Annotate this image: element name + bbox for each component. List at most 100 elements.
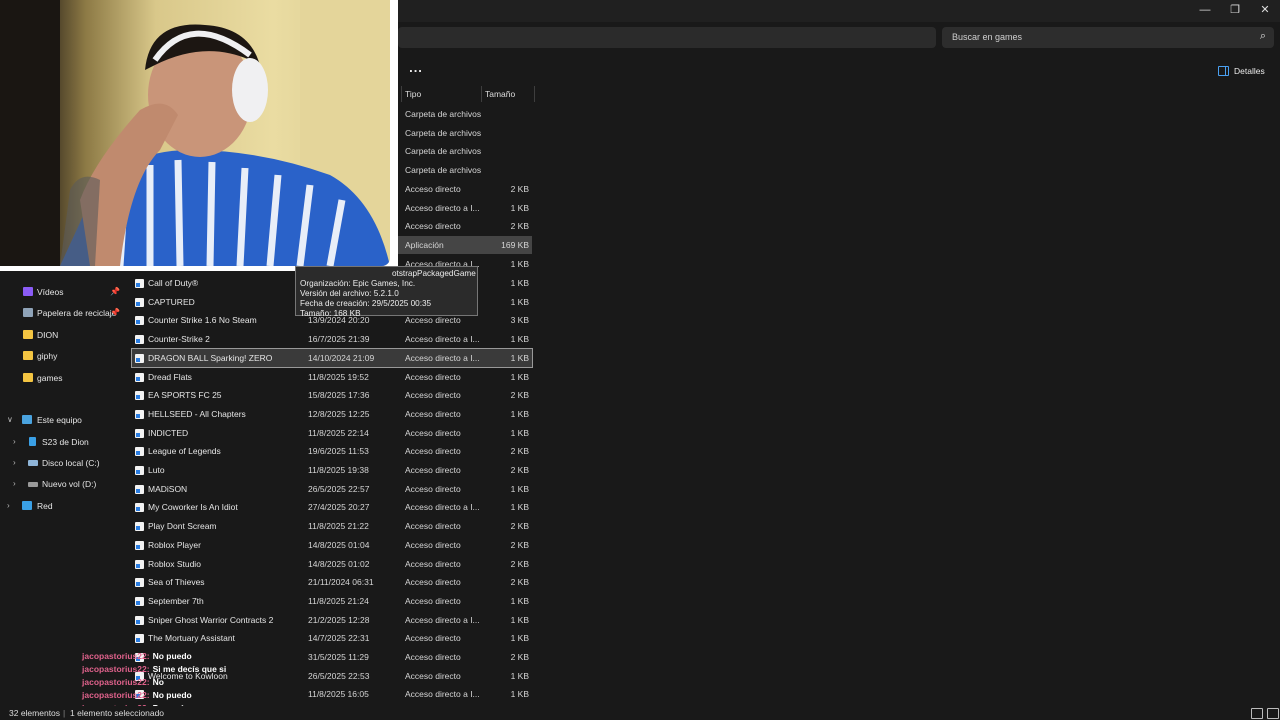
file-row[interactable]: Luto 11/8/2025 19:38 Acceso directo 2 KB — [132, 461, 532, 479]
file-size: 1 KB — [510, 595, 529, 606]
file-type: Acceso directo — [405, 595, 461, 606]
chevron-right-icon[interactable]: › — [13, 453, 16, 473]
file-row[interactable]: DRAGON BALL Sparking! ZERO 14/10/2024 21:… — [131, 347, 533, 368]
column-separator[interactable] — [481, 86, 482, 102]
shortcut-icon — [135, 428, 144, 438]
nav-item-local-disk[interactable]: › Disco local (C:) — [0, 453, 124, 473]
chevron-right-icon[interactable]: › — [7, 496, 10, 516]
tooltip-size: Tamaño: 168 KB — [300, 309, 361, 318]
file-date: 15/8/2025 17:36 — [308, 390, 370, 401]
file-size: 1 KB — [510, 202, 529, 213]
close-button[interactable]: ✕ — [1250, 0, 1280, 20]
nav-item-new-volume[interactable]: › Nuevo vol (D:) — [0, 474, 124, 494]
file-name: Sniper Ghost Warrior Contracts 2 — [148, 614, 274, 625]
file-row[interactable]: INDICTED 11/8/2025 22:14 Acceso directo 1 K… — [132, 424, 532, 442]
file-type: Acceso directo — [405, 558, 461, 569]
file-type: Acceso directo — [405, 652, 461, 662]
file-type: Acceso directo a I... — [405, 334, 480, 345]
file-type: Acceso directo — [405, 221, 461, 232]
selection-count: 1 elemento seleccionado — [70, 708, 165, 718]
file-row[interactable]: My Coworker Is An Idiot 27/4/2025 20:27 Ac… — [132, 498, 532, 516]
column-separator[interactable] — [401, 86, 402, 102]
shortcut-icon — [135, 522, 144, 532]
shortcut-icon — [135, 634, 144, 644]
nav-label: DION — [37, 330, 59, 340]
file-date: 11/8/2025 19:52 — [308, 371, 369, 382]
status-bar: 32 elementos | 1 elemento seleccionado — [0, 706, 1280, 720]
search-icon[interactable]: ⌕ — [1260, 30, 1266, 43]
more-options-button[interactable]: ... — [406, 60, 426, 78]
chat-username: jacopastorius22: — [82, 664, 150, 674]
file-row[interactable]: September 7th 11/8/2025 21:24 Acceso direc… — [132, 592, 532, 610]
file-row[interactable]: Roblox Studio 14/8/2025 01:02 Acceso direc… — [132, 555, 532, 573]
nav-item-giphy[interactable]: giphy — [0, 346, 124, 366]
shortcut-icon — [135, 353, 144, 363]
file-size: 2 KB — [510, 652, 529, 662]
file-size: 2 KB — [510, 558, 529, 569]
file-date: 11/8/2025 21:24 — [308, 595, 369, 606]
navigation-pane: Vídeos 📌 Papelera de reciclaje 📌 DION gi… — [0, 270, 124, 700]
column-separator[interactable] — [534, 86, 535, 102]
file-date: 14/10/2024 21:09 — [308, 352, 375, 363]
file-row[interactable]: Sea of Thieves 21/11/2024 06:31 Acceso dir… — [132, 573, 532, 591]
chat-message: jacopastorius22: Si me decís que si — [82, 664, 226, 674]
file-date: 11/8/2025 19:38 — [308, 465, 369, 475]
file-row[interactable]: Dread Flats 11/8/2025 19:52 Acceso directo… — [132, 368, 532, 386]
nav-item-games[interactable]: games — [0, 368, 124, 388]
file-type: Carpeta de archivos — [405, 127, 482, 138]
file-row[interactable]: Play Dont Scream 11/8/2025 21:22 Acceso di… — [132, 517, 532, 535]
file-size: 1 KB — [510, 278, 529, 288]
details-button[interactable]: Detalles — [1218, 63, 1265, 79]
file-row[interactable]: Roblox Player 14/8/2025 01:04 Acceso direc… — [132, 536, 532, 554]
file-row[interactable]: EA SPORTS FC 25 15/8/2025 17:36 Acceso dir… — [132, 386, 532, 404]
file-size: 1 KB — [510, 408, 529, 419]
details-view-icon[interactable] — [1251, 708, 1263, 719]
file-size: 1 KB — [510, 483, 529, 494]
chevron-right-icon[interactable]: › — [13, 432, 16, 452]
file-row[interactable]: MADiSON 26/5/2025 22:57 Acceso directo 1 KB — [132, 480, 532, 498]
file-type: Acceso directo — [405, 446, 461, 457]
nav-item-dion[interactable]: DION — [0, 325, 124, 345]
file-date: 31/5/2025 11:29 — [308, 652, 369, 662]
file-name: Counter Strike 1.6 No Steam — [148, 315, 257, 326]
nav-item-phone[interactable]: › S23 de Dion — [0, 432, 124, 452]
file-row[interactable]: 11/8/2025 16:05 Acceso directo a I... 1 KB — [132, 685, 532, 703]
nav-item-network[interactable]: › Red — [0, 496, 124, 516]
file-row[interactable]: Counter-Strike 2 16/7/2025 21:39 Acceso di… — [132, 330, 532, 348]
file-type: Acceso directo a I... — [405, 202, 480, 213]
file-row[interactable]: League of Legends 19/6/2025 11:53 Acceso d… — [132, 442, 532, 460]
shortcut-icon — [135, 484, 144, 494]
minimize-button[interactable]: — — [1190, 0, 1220, 20]
nav-label: games — [37, 373, 63, 383]
file-name: Roblox Studio — [148, 558, 201, 569]
file-name: League of Legends — [148, 446, 221, 457]
file-row[interactable]: HELLSEED - All Chapters 12/8/2025 12:25 Ac… — [132, 405, 532, 423]
webcam-feed — [0, 0, 390, 266]
shortcut-icon — [135, 615, 144, 625]
file-type: Acceso directo — [405, 371, 461, 382]
file-type: Carpeta de archivos — [405, 165, 482, 176]
search-input[interactable]: Buscar en games ⌕ — [942, 27, 1274, 48]
shortcut-icon — [135, 316, 144, 326]
address-bar[interactable] — [398, 27, 936, 48]
file-name: MADiSON — [148, 483, 188, 494]
nav-item-videos[interactable]: Vídeos 📌 — [0, 282, 124, 302]
file-type: Acceso directo — [405, 390, 461, 401]
shortcut-icon — [135, 447, 144, 457]
file-name: September 7th — [148, 595, 204, 606]
item-count: 32 elementos — [9, 708, 61, 718]
file-row[interactable]: Sniper Ghost Warrior Contracts 2 21/2/202… — [132, 611, 532, 629]
column-header-size[interactable]: Tamaño — [485, 86, 515, 102]
nav-item-recycle-bin[interactable]: Papelera de reciclaje 📌 — [0, 303, 124, 323]
chevron-right-icon[interactable]: › — [13, 474, 16, 494]
file-type: Acceso directo a I... — [405, 502, 480, 513]
file-row[interactable]: The Mortuary Assistant 14/7/2025 22:31 Acc… — [132, 629, 532, 647]
maximize-button[interactable]: ❐ — [1220, 0, 1250, 20]
chat-message: jacopastorius22: No puedo — [82, 651, 192, 661]
chevron-down-icon[interactable]: ∨ — [7, 410, 13, 430]
shortcut-icon — [135, 466, 144, 475]
nav-item-this-pc[interactable]: ∨ Este equipo — [0, 410, 124, 430]
file-date: 11/8/2025 21:22 — [308, 521, 369, 532]
column-header-type[interactable]: Tipo — [405, 86, 421, 102]
thumbnails-view-icon[interactable] — [1267, 708, 1279, 719]
